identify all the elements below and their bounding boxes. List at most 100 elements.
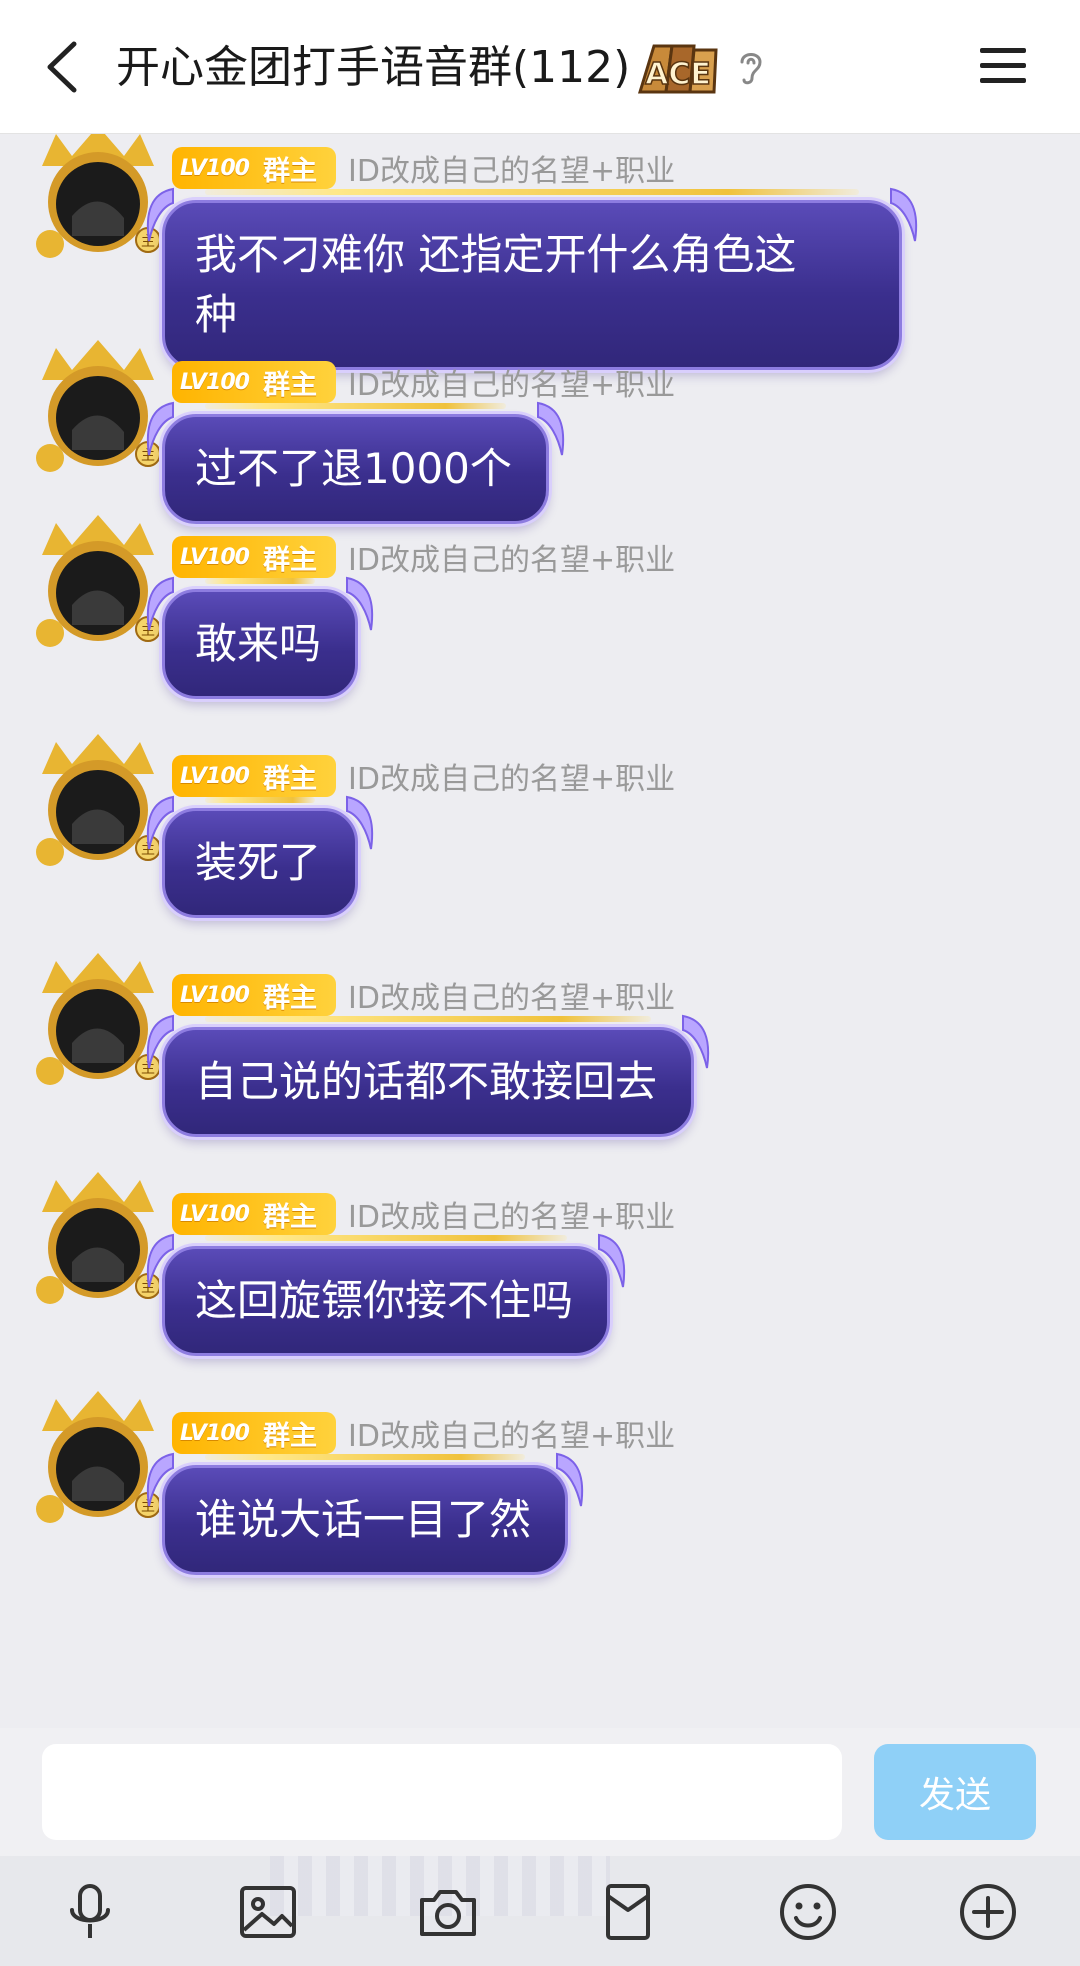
wing-left-icon [146,1014,174,1069]
sender-name[interactable]: ID改成自己的名望+职业 [348,973,675,1017]
role-text: 群主 [262,982,317,1014]
message-bubble[interactable]: 装死了 [146,795,374,918]
menu-button[interactable] [978,44,1028,88]
message-text-line: 装死了 [195,838,322,887]
level-text: LV100 [180,544,250,570]
level-text: LV100 [180,155,250,181]
role-text: 群主 [262,1420,317,1452]
wing-right-icon [556,1452,584,1507]
chat-message-list[interactable]: 主 LV100 群主 ID改成自己的名望+职业 我不刁难你 还指定开什么角色这 … [0,134,1080,1728]
back-button[interactable] [34,34,94,100]
sender-meta: LV100 群主 ID改成自己的名望+职业 [172,535,675,579]
bubble-decoration [205,797,316,803]
microphone-icon [70,1884,110,1938]
message-bubble-wrap: 这回旋镖你接不住吗 [146,1233,626,1356]
bubble-decoration [205,578,316,584]
bubble-decoration [205,1235,568,1241]
level-text: LV100 [180,369,250,395]
level-badge: LV100 群主 [172,755,336,797]
message-text-line: 种 [195,290,238,339]
back-arrow-icon [47,41,77,93]
message-text-line: 谁说大话一目了然 [195,1495,532,1544]
ace-badge-text: ACE [645,57,711,92]
sender-meta: LV100 群主 ID改成自己的名望+职业 [172,1411,675,1455]
ear-icon[interactable] [736,48,766,88]
message-bubble[interactable]: 自己说的话都不敢接回去 [146,1014,710,1137]
role-text: 群主 [262,369,317,401]
wing-left-icon [146,187,174,242]
level-text: LV100 [180,1420,250,1446]
send-button[interactable]: 发送 [874,1744,1036,1840]
role-text: 群主 [262,155,317,187]
more-button[interactable] [956,1880,1020,1944]
sender-meta: LV100 群主 ID改成自己的名望+职业 [172,754,675,798]
bubble-decoration [205,1016,652,1022]
sender-name[interactable]: ID改成自己的名望+职业 [348,754,675,798]
wing-right-icon [536,401,565,456]
role-text: 群主 [262,1201,317,1233]
wing-right-icon [346,795,374,850]
message-bubble-wrap: 自己说的话都不敢接回去 [146,1014,710,1137]
wing-right-icon [682,1014,710,1069]
bubble-decoration [205,189,859,195]
level-text: LV100 [180,763,250,789]
message-text-line: 过不了退1000个 [195,444,512,493]
message-bubble[interactable]: 我不刁难你 还指定开什么角色这 种 [146,187,918,370]
level-badge: LV100 群主 [172,1193,336,1235]
message-bubble[interactable]: 敢来吗 [146,576,374,699]
bubble-decoration [205,1454,526,1460]
sender-name[interactable]: ID改成自己的名望+职业 [348,1411,675,1455]
level-badge: LV100 群主 [172,147,336,189]
message-bubble[interactable]: 这回旋镖你接不住吗 [146,1233,626,1356]
message-text-line: 我不刁难你 还指定开什么角色这 [195,230,797,279]
level-badge: LV100 群主 [172,1412,336,1454]
level-text: LV100 [180,1201,250,1227]
message-text-line: 敢来吗 [195,619,322,668]
image-button[interactable] [236,1880,300,1944]
sender-meta: LV100 群主 ID改成自己的名望+职业 [172,360,675,404]
plus-circle-icon [960,1884,1016,1940]
sender-meta: LV100 群主 ID改成自己的名望+职业 [172,146,675,190]
sender-name[interactable]: ID改成自己的名望+职业 [348,360,675,404]
sender-name[interactable]: ID改成自己的名望+职业 [348,146,675,190]
bottom-toolbar [0,1856,1080,1966]
wing-right-icon [598,1233,626,1288]
emoji-icon [780,1884,836,1940]
voice-button[interactable] [58,1880,122,1944]
message-bubble-wrap: 敢来吗 [146,576,374,699]
envelope-icon [606,1884,650,1940]
bubble-decoration [205,403,506,409]
message-bubble[interactable]: 谁说大话一目了然 [146,1452,584,1575]
message-bubble-wrap: 过不了退1000个 [146,401,565,524]
level-badge: LV100 群主 [172,536,336,578]
camera-button[interactable] [416,1880,480,1944]
image-icon [240,1886,296,1938]
sender-name[interactable]: ID改成自己的名望+职业 [348,535,675,579]
message-text-line: 自己说的话都不敢接回去 [195,1057,658,1106]
ace-badge-icon: ACE [636,38,720,96]
wing-left-icon [146,401,174,456]
message-input[interactable] [42,1744,842,1840]
hamburger-menu-icon [980,48,1026,83]
red-packet-button[interactable] [596,1880,660,1944]
group-title[interactable]: 开心金团打手语音群(112) [116,40,630,96]
emoji-button[interactable] [776,1880,840,1944]
chat-header: 开心金团打手语音群(112) ACE [0,0,1080,134]
message-bubble[interactable]: 过不了退1000个 [146,401,565,524]
wing-left-icon [146,576,174,631]
message-bubble-wrap: 谁说大话一目了然 [146,1452,584,1575]
message-bubble-wrap: 我不刁难你 还指定开什么角色这 种 [146,187,918,370]
sender-meta: LV100 群主 ID改成自己的名望+职业 [172,973,675,1017]
wing-left-icon [146,1452,174,1507]
wing-left-icon [146,795,174,850]
message-text-line: 这回旋镖你接不住吗 [195,1276,574,1325]
level-text: LV100 [180,982,250,1008]
level-badge: LV100 群主 [172,974,336,1016]
message-bubble-wrap: 装死了 [146,795,374,918]
message-input-bar: 发送 [0,1728,1080,1856]
wing-right-icon [890,187,918,242]
wing-right-icon [346,576,374,631]
level-badge: LV100 群主 [172,361,336,403]
wing-left-icon [146,1233,174,1288]
camera-icon [420,1890,476,1936]
